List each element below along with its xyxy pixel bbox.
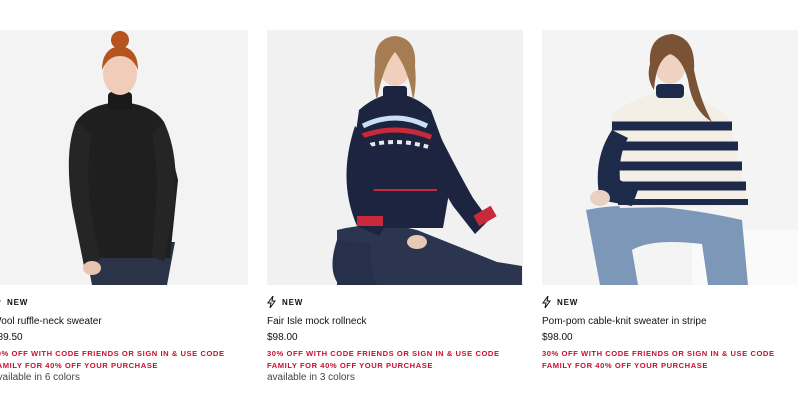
product-name-link[interactable]: Fair Isle mock rollneck [267, 315, 523, 328]
promo-text: 30% OFF WITH CODE FRIENDS OR SIGN IN & U… [542, 348, 798, 371]
new-badge-label: NEW [557, 297, 579, 307]
lightning-bolt-icon [0, 296, 1, 308]
product-grid: NEW Wool ruffle-neck sweater $89.50 30% … [0, 0, 800, 416]
promo-text: 30% OFF WITH CODE FRIENDS OR SIGN IN & U… [0, 348, 248, 371]
lightning-bolt-icon [542, 296, 551, 308]
product-card: NEW Pom-pom cable-knit sweater in stripe… [542, 30, 798, 371]
color-count-link[interactable]: available in 6 colors [0, 371, 248, 384]
new-badge: NEW [0, 295, 248, 309]
lightning-bolt-icon [267, 296, 276, 308]
promo-line-2: FAMILY FOR 40% OFF YOUR PURCHASE [267, 360, 433, 370]
new-badge-label: NEW [7, 297, 29, 307]
color-count-link[interactable]: available in 3 colors [267, 371, 523, 384]
product-name-link[interactable]: Wool ruffle-neck sweater [0, 315, 248, 328]
product-card: NEW Wool ruffle-neck sweater $89.50 30% … [0, 30, 248, 384]
promo-line-1: 30% OFF WITH CODE FRIENDS OR SIGN IN & U… [0, 349, 225, 358]
new-badge: NEW [267, 295, 523, 309]
product-image[interactable] [542, 30, 798, 285]
promo-text: 30% OFF WITH CODE FRIENDS OR SIGN IN & U… [267, 348, 523, 371]
product-name-link[interactable]: Pom-pom cable-knit sweater in stripe [542, 315, 798, 328]
promo-line-1: 30% OFF WITH CODE FRIENDS OR SIGN IN & U… [267, 349, 500, 358]
promo-line-1: 30% OFF WITH CODE FRIENDS OR SIGN IN & U… [542, 349, 775, 358]
product-price: $98.00 [542, 332, 573, 343]
product-image[interactable] [0, 30, 248, 285]
promo-line-2: FAMILY FOR 40% OFF YOUR PURCHASE [0, 360, 158, 370]
product-price: $89.50 [0, 332, 23, 343]
product-card: NEW Fair Isle mock rollneck $98.00 30% O… [267, 30, 523, 384]
product-price: $98.00 [267, 332, 298, 343]
promo-line-2: FAMILY FOR 40% OFF YOUR PURCHASE [542, 360, 708, 370]
product-image[interactable] [267, 30, 523, 285]
new-badge: NEW [542, 295, 798, 309]
new-badge-label: NEW [282, 297, 304, 307]
